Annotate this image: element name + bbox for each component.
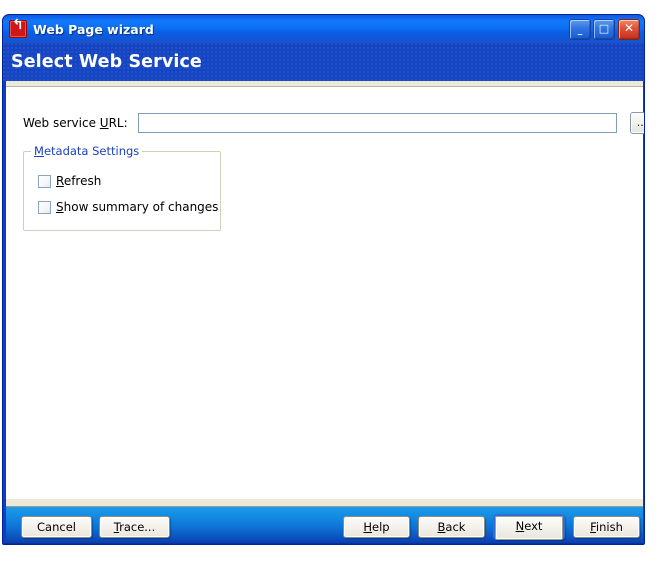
window-title: Web Page wizard bbox=[33, 21, 154, 37]
trace-button[interactable]: Trace... bbox=[99, 516, 170, 538]
window-bottom-edge bbox=[3, 543, 644, 544]
next-rest: ext bbox=[524, 519, 543, 533]
checkbox-row-show-summary[interactable]: Show summary of changes bbox=[38, 200, 218, 214]
next-button[interactable]: Next bbox=[493, 514, 565, 540]
checkbox-show-summary[interactable] bbox=[38, 200, 51, 214]
cancel-button[interactable]: Cancel bbox=[21, 516, 92, 538]
back-rest: ack bbox=[445, 520, 466, 534]
help-rest: elp bbox=[372, 520, 390, 534]
finish-button[interactable]: Finish bbox=[573, 516, 640, 538]
back-button[interactable]: Back bbox=[418, 516, 485, 538]
title-bar: Web Page wizard _ □ ✕ bbox=[3, 15, 644, 43]
legend-mnemonic: M bbox=[34, 144, 44, 158]
url-label-pre: Web service bbox=[23, 116, 100, 130]
minimize-button[interactable]: _ bbox=[569, 18, 591, 40]
wizard-arrow-icon bbox=[9, 20, 27, 38]
help-mnemonic: H bbox=[363, 520, 373, 534]
web-service-url-row: Web service URL: ... bbox=[23, 112, 644, 134]
web-service-url-input[interactable] bbox=[137, 113, 617, 133]
next-mnemonic: N bbox=[515, 519, 525, 533]
help-button[interactable]: Help bbox=[343, 516, 410, 538]
checkbox-row-refresh[interactable]: Refresh bbox=[38, 174, 101, 188]
button-bar-separator bbox=[6, 499, 643, 507]
page-header-band: Select Web Service bbox=[3, 43, 644, 81]
button-bar: Cancel Trace... Help Back Next Finish bbox=[6, 507, 643, 543]
browse-button[interactable]: ... bbox=[630, 112, 644, 134]
metadata-settings-legend: Metadata Settings bbox=[31, 144, 143, 158]
trace-rest: race... bbox=[119, 520, 156, 534]
checkbox-refresh-label: Refresh bbox=[56, 174, 101, 188]
minimize-icon: _ bbox=[577, 25, 583, 36]
finish-rest: inish bbox=[595, 520, 623, 534]
content-pane: Web service URL: ... Metadata Settings R… bbox=[6, 87, 644, 499]
next-button-inner: Next bbox=[495, 516, 563, 540]
wizard-window: Web Page wizard _ □ ✕ Select Web Service… bbox=[2, 14, 645, 545]
summary-mnemonic: S bbox=[56, 200, 64, 214]
web-service-url-label: Web service URL: bbox=[23, 116, 128, 130]
refresh-rest: efresh bbox=[63, 174, 102, 188]
maximize-button[interactable]: □ bbox=[593, 18, 615, 40]
checkbox-show-summary-label: Show summary of changes bbox=[56, 200, 218, 214]
checkbox-refresh[interactable] bbox=[38, 174, 51, 188]
refresh-mnemonic: R bbox=[56, 174, 64, 188]
page-title: Select Web Service bbox=[11, 52, 202, 72]
summary-rest: how summary of changes bbox=[63, 200, 219, 214]
close-button[interactable]: ✕ bbox=[618, 18, 640, 40]
url-label-mnemonic: U bbox=[99, 116, 109, 130]
legend-rest: etadata Settings bbox=[43, 144, 140, 158]
metadata-settings-group: Metadata Settings Refresh Show summary o… bbox=[23, 144, 221, 231]
close-icon: ✕ bbox=[623, 20, 635, 35]
maximize-icon: □ bbox=[598, 21, 610, 35]
url-label-post: RL: bbox=[108, 116, 128, 130]
